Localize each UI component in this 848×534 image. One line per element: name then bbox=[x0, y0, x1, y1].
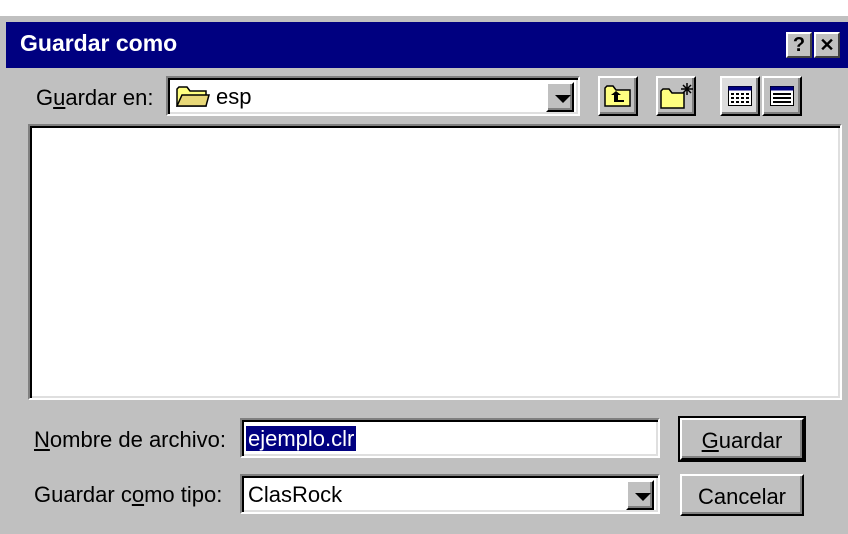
file-type-dropdown[interactable]: ClasRock bbox=[240, 474, 660, 514]
folder-icon bbox=[175, 84, 210, 113]
help-button[interactable]: ? bbox=[786, 32, 812, 58]
up-one-level-button[interactable] bbox=[598, 76, 638, 116]
file-name-value: ejemplo.clr bbox=[246, 426, 357, 451]
save-button[interactable]: Guardar bbox=[678, 416, 806, 462]
details-view-icon bbox=[770, 86, 794, 111]
save-as-dialog: Guardar como ? ✕ Guardar en: esp Nombre … bbox=[0, 16, 848, 534]
file-list[interactable] bbox=[28, 124, 842, 400]
list-view-button[interactable] bbox=[720, 76, 760, 116]
file-name-label: Nombre de archivo: bbox=[34, 427, 226, 452]
file-type-dropdown-button[interactable] bbox=[626, 480, 654, 510]
save-in-dropdown-button[interactable] bbox=[546, 82, 574, 112]
list-view-icon bbox=[728, 86, 752, 111]
file-type-label: Guardar como tipo: bbox=[34, 482, 223, 507]
cancel-button-label: Cancelar bbox=[697, 484, 787, 509]
title-bar: Guardar como ? ✕ bbox=[6, 22, 848, 68]
new-folder-icon bbox=[660, 82, 694, 115]
save-in-value: esp bbox=[216, 84, 252, 109]
save-in-label: Guardar en: bbox=[36, 85, 154, 110]
window-title: Guardar como bbox=[20, 30, 178, 56]
save-in-dropdown[interactable]: esp bbox=[166, 76, 580, 116]
file-name-input[interactable]: ejemplo.clr bbox=[240, 418, 660, 458]
cancel-button[interactable]: Cancelar bbox=[680, 474, 804, 516]
new-folder-button[interactable] bbox=[656, 76, 696, 116]
file-type-value: ClasRock bbox=[248, 482, 343, 507]
chevron-down-icon bbox=[635, 493, 651, 501]
chevron-down-icon bbox=[555, 95, 571, 103]
close-button[interactable]: ✕ bbox=[814, 32, 840, 58]
close-icon: ✕ bbox=[819, 35, 835, 55]
save-button-label: Guardar bbox=[701, 428, 783, 453]
details-view-button[interactable] bbox=[762, 76, 802, 116]
up-one-level-icon bbox=[604, 84, 632, 113]
help-icon: ? bbox=[792, 34, 806, 56]
